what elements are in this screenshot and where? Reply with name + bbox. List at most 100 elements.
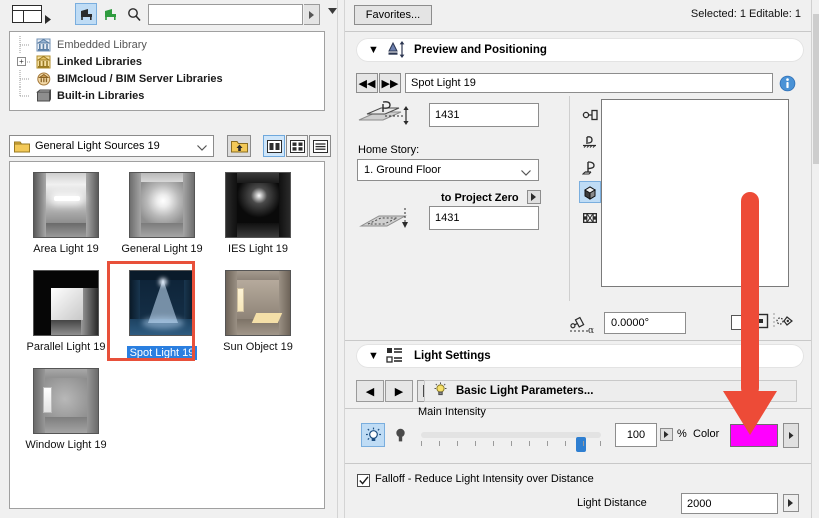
settings-panel: Favorites... Selected: 1 Editable: 1 ▼ P… [345,0,811,518]
project-zero-field[interactable]: 1431 [429,206,539,230]
tree-indent: + [14,53,36,70]
front-view-icon[interactable] [579,130,601,152]
side-view-icon[interactable] [579,156,601,178]
basic-light-parameters-button[interactable]: Basic Light Parameters... [424,380,797,402]
color-label: Color [693,428,720,440]
light-distance-stepper-button[interactable] [783,494,799,512]
tree-expander-icon[interactable]: + [17,57,26,66]
preview-viewport[interactable] [601,99,789,287]
library-browser-icon[interactable] [10,4,44,24]
favorites-button[interactable]: Favorites... [354,5,432,25]
object-name-field[interactable]: Spot Light 19 [405,73,773,93]
svg-text:α: α [588,326,594,336]
intensity-slider-ticks [421,441,601,447]
light-distance-label: Light Distance [577,497,647,509]
falloff-checkbox[interactable] [357,474,370,487]
film-preview-icon[interactable] [579,207,601,229]
anchor-point-icon[interactable] [753,313,771,331]
next-object-button[interactable]: ▶▶ [379,73,401,93]
previous-object-button[interactable]: ◀◀ [356,73,378,93]
main-intensity-label: Main Intensity [418,406,486,418]
view-mode-large-icons[interactable] [263,135,285,157]
light-off-toggle-icon[interactable] [390,425,410,445]
folder-dropdown[interactable]: General Light Sources 19 [9,135,214,157]
tree-indent [14,87,36,104]
parallel-light-preview [33,270,99,336]
browser-dropdown-arrow-icon[interactable] [44,14,52,24]
search-submit-button[interactable] [304,4,320,25]
thumbnail-item-spot-light[interactable]: Spot Light 19 [114,270,210,370]
2d-symbol-view-icon[interactable] [579,104,601,126]
intensity-slider-track[interactable] [421,432,601,452]
falloff-row: Falloff - Reduce Light Intensity over Di… [345,473,811,490]
3d-view-icon[interactable] [579,181,601,203]
mirror-checkbox[interactable] [731,315,746,330]
elevation-field[interactable]: 1431 [429,103,539,127]
info-icon[interactable] [777,73,797,93]
gravity-snap-icon[interactable] [772,313,794,331]
panel-scrollbar[interactable] [811,0,819,518]
basic-light-parameters-label: Basic Light Parameters... [456,385,594,397]
bimcloud-library-icon [36,71,52,86]
tree-item-builtin-libraries[interactable]: Built-in Libraries [10,87,324,104]
project-zero-expand-button[interactable] [527,190,541,204]
view-mode-list[interactable] [309,135,331,157]
linked-library-icon [36,54,52,69]
embedded-library-icon [36,37,52,52]
search-icon[interactable] [123,3,145,25]
tree-item-label: Embedded Library [57,38,147,51]
light-color-swatch[interactable] [730,424,778,447]
scrollbar-thumb[interactable] [813,14,819,164]
preview-positioning-icon [386,40,408,60]
general-light-preview [129,172,195,238]
thumbnail-label: Window Light 19 [25,439,107,451]
section-title: Light Settings [414,350,491,362]
chevron-down-icon [521,167,531,179]
folder-up-button[interactable] [227,135,251,157]
falloff-label: Falloff - Reduce Light Intensity over Di… [375,473,594,485]
tree-item-embedded-library[interactable]: Embedded Library [10,36,324,53]
panel-divider[interactable] [337,0,345,518]
percent-sign-label: % [677,428,687,440]
light-distance-field[interactable]: 2000 [681,493,778,514]
thumbnail-grid[interactable]: Area Light 19 General Light 19 IES Light… [9,161,325,509]
thumbnail-item-ies-light[interactable]: IES Light 19 [210,172,306,272]
rotation-angle-icon: α [568,310,598,336]
thumbnail-item-general-light[interactable]: General Light 19 [114,172,210,272]
tree-item-label: BIMcloud / BIM Server Libraries [57,72,223,85]
divider [345,408,811,409]
tree-item-bimcloud-libraries[interactable]: BIMcloud / BIM Server Libraries [10,70,324,87]
light-settings-section-header[interactable]: ▼ Light Settings [356,344,804,368]
collapse-triangle-icon[interactable]: ▼ [368,350,380,362]
light-distance-row: Light Distance 2000 [345,493,811,517]
view-mode-small-icons[interactable] [286,135,308,157]
divider [345,31,811,32]
thumbnail-item-window-light[interactable]: Window Light 19 [18,368,114,468]
light-params-row: ◀ ▶ Basic Light Parameters... [345,380,811,402]
tree-item-linked-libraries[interactable]: + Linked Libraries [10,53,324,70]
home-story-dropdown[interactable]: 1. Ground Floor [357,159,539,181]
light-bulb-icon [433,382,449,400]
preview-positioning-section-header[interactable]: ▼ Preview and Positioning [356,38,804,62]
thumbnail-item-area-light[interactable]: Area Light 19 [18,172,114,272]
search-input[interactable] [148,4,303,25]
next-parameter-button[interactable]: ▶ [385,380,413,402]
thumbnail-item-parallel-light[interactable]: Parallel Light 19 [18,270,114,370]
intensity-stepper-button[interactable] [660,428,673,441]
light-on-toggle-icon[interactable] [361,423,385,447]
divider [345,340,811,341]
previous-parameter-button[interactable]: ◀ [356,380,384,402]
ies-light-preview [225,172,291,238]
thumbnail-item-sun-object[interactable]: Sun Object 19 [210,270,306,370]
intensity-value-field[interactable]: 100 [615,423,657,447]
tree-indent [14,70,36,87]
panel-collapse-icon[interactable] [327,6,337,16]
object-tool-green-icon[interactable] [99,3,121,25]
object-tool-icon[interactable] [75,3,97,25]
chevron-down-icon [197,142,207,154]
collapse-triangle-icon[interactable]: ▼ [368,44,380,56]
rotation-angle-field[interactable]: 0.0000° [604,312,686,334]
library-tree[interactable]: Embedded Library + Linked Libraries BIMc… [9,31,325,111]
thumbnail-label: Sun Object 19 [223,341,293,353]
color-dropdown-button[interactable] [783,423,799,448]
